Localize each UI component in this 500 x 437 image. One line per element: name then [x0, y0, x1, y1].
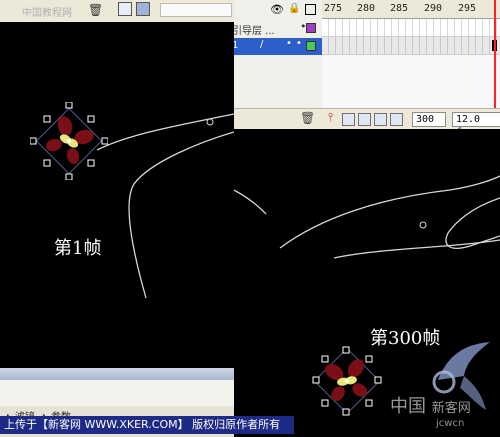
- transform-handle[interactable]: [365, 355, 373, 363]
- transform-handle[interactable]: [321, 355, 329, 363]
- transform-handle[interactable]: [65, 102, 73, 109]
- layer-visibility-dot[interactable]: •: [286, 38, 292, 49]
- butterfly-symbol-frame-300[interactable]: [310, 344, 384, 418]
- onion-skin-outline-icon[interactable]: [358, 113, 371, 126]
- ruler-tick: 275: [324, 3, 343, 14]
- transform-handle[interactable]: [65, 173, 73, 180]
- panel-body: [0, 380, 234, 406]
- frame-grid[interactable]: 275 280 285 290 295: [322, 0, 500, 108]
- watermark-text-1: 中国: [390, 396, 426, 417]
- watermark-text: 中国 新客网: [390, 392, 471, 418]
- frame-rate-field[interactable]: 12.0 fp: [452, 112, 500, 138]
- center-frame-icon[interactable]: ⫯: [328, 110, 333, 125]
- left-title-row: 中国教程网 🗑: [0, 0, 234, 23]
- eye-icon[interactable]: 👁: [270, 3, 284, 16]
- layer-list: 👁 🔒 引导层 ... • 1 / • • 🗑: [230, 0, 323, 125]
- panel-header-strip: [0, 368, 234, 380]
- transform-handle[interactable]: [101, 137, 108, 145]
- onion-markers-icon[interactable]: [390, 113, 403, 126]
- edit-multiple-frames-icon[interactable]: [374, 113, 387, 126]
- current-frame-field[interactable]: 300: [412, 112, 446, 127]
- transform-handle[interactable]: [43, 159, 51, 167]
- motion-guide-path: [230, 187, 267, 215]
- transform-handle[interactable]: [342, 346, 350, 354]
- transform-handle[interactable]: [342, 408, 350, 416]
- motion-guide-path: [96, 113, 234, 151]
- transform-handle[interactable]: [321, 399, 329, 407]
- watermark-url: jcwcn: [436, 418, 465, 429]
- transform-handle[interactable]: [312, 376, 320, 384]
- tool-icon[interactable]: [136, 2, 150, 16]
- layer-row-1[interactable]: 1 / • •: [230, 38, 322, 55]
- trash-icon[interactable]: 🗑: [300, 111, 315, 125]
- transform-handle[interactable]: [30, 137, 37, 145]
- playhead[interactable]: [494, 0, 496, 108]
- toolbar-field[interactable]: [160, 3, 232, 17]
- transform-handle[interactable]: [87, 115, 95, 123]
- motion-guide-path: [333, 239, 500, 259]
- layer-row-guide[interactable]: 引导层 ... •: [230, 20, 322, 37]
- transform-handle[interactable]: [87, 159, 95, 167]
- ruler-tick: 290: [424, 3, 443, 14]
- ruler-tick: 295: [458, 3, 477, 14]
- left-stage: 第1帧: [0, 22, 234, 368]
- frame-1-caption: 第1帧: [54, 238, 102, 259]
- motion-guide-path: [128, 131, 234, 299]
- trash-icon[interactable]: 🗑: [88, 3, 103, 17]
- onion-skin-icon[interactable]: [342, 113, 355, 126]
- tool-icon[interactable]: [118, 2, 132, 16]
- left-timeline-strip: 中国教程网 🗑: [0, 0, 234, 23]
- frame-row-guide[interactable]: [322, 19, 500, 37]
- ruler-tick: 280: [357, 3, 376, 14]
- frame-row-1[interactable]: [322, 37, 500, 55]
- frame-ruler: 275 280 285 290 295: [322, 0, 500, 19]
- motion-guide-path: [279, 175, 500, 249]
- layer-color-swatch[interactable]: [306, 23, 316, 33]
- left-stage-canvas: [96, 113, 234, 299]
- lock-icon[interactable]: 🔒: [288, 3, 300, 14]
- frame-1-screenshot: 中国教程网 🗑 第1帧: [0, 0, 234, 437]
- layer-color-swatch[interactable]: [306, 41, 316, 51]
- crosshair-icon: [419, 221, 427, 229]
- layer-lock-dot[interactable]: •: [296, 38, 302, 49]
- pencil-icon[interactable]: /: [260, 39, 263, 50]
- upload-banner: 上传于【新客网 WWW.XKER.COM】 版权归原作者所有: [0, 416, 294, 434]
- outline-square-icon[interactable]: [305, 4, 316, 15]
- faded-header-text: 中国教程网: [22, 8, 72, 19]
- butterfly-symbol-frame-1[interactable]: [30, 102, 108, 180]
- layer-name: 引导层 ...: [232, 26, 275, 37]
- crosshair-icon: [206, 118, 214, 126]
- timeline-status-bar: 🗑 ⫯ 300 12.0 fp: [230, 108, 500, 138]
- transform-handle[interactable]: [43, 115, 51, 123]
- transform-handle[interactable]: [365, 399, 373, 407]
- ruler-tick: 285: [390, 3, 409, 14]
- watermark-site: 新客网: [431, 401, 471, 416]
- transform-handle[interactable]: [374, 376, 382, 384]
